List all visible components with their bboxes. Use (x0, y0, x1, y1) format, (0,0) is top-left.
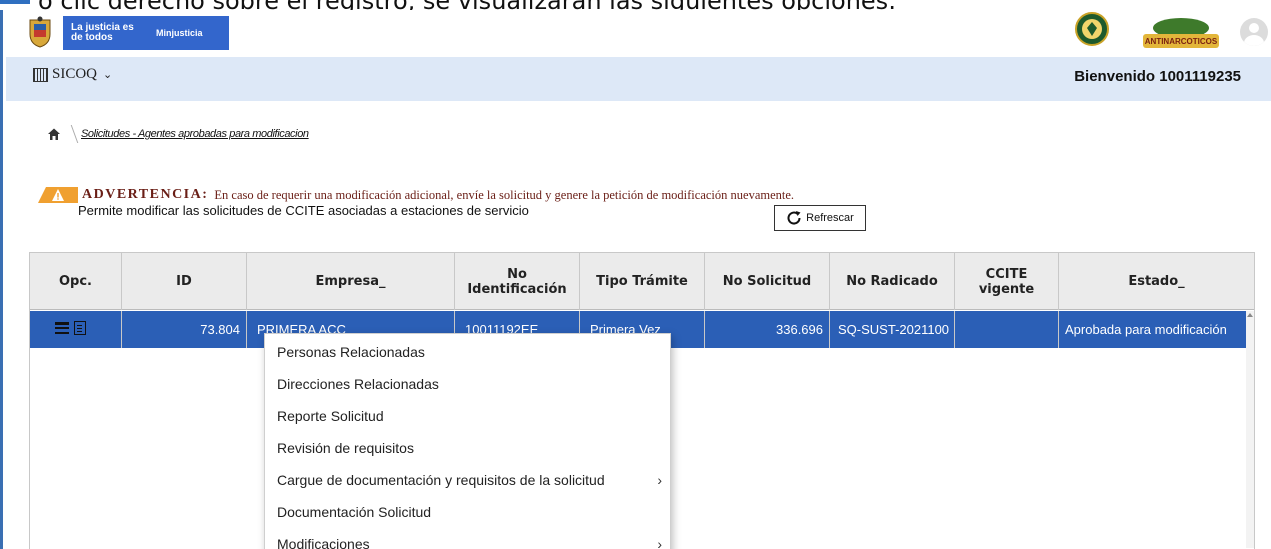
app-frame: La justicia es de todos Minjusticia ANTI… (0, 10, 1271, 549)
menu-item-cargue-documentacion[interactable]: Cargue de documentación y requisitos de … (265, 464, 670, 496)
warning-label: ADVERTENCIA: (82, 187, 209, 202)
coat-of-arms-icon (29, 16, 51, 48)
app-subbar: SICOQ ⌄ Bienvenido 1001119235 (6, 57, 1271, 101)
gov-slogan: La justicia es de todos (71, 22, 134, 43)
menu-item-label: Reporte Solicitud (277, 408, 384, 424)
cell-estado: Aprobada para modificación (1065, 322, 1227, 337)
menu-item-label: Direcciones Relacionadas (277, 376, 439, 392)
refresh-label: Refrescar (806, 212, 854, 224)
refresh-icon (787, 211, 801, 225)
menu-item-revision-requisitos[interactable]: Revisión de requisitos (265, 432, 670, 464)
cell-ccite-vigente (955, 311, 1059, 348)
column-header-no-radicado[interactable]: No Radicado (830, 253, 955, 310)
table-header: Opc. ID Empresa_ No Identificación Tipo … (30, 253, 1254, 310)
warning-notice: ADVERTENCIA: En caso de requerir una mod… (38, 186, 794, 204)
calendar-icon (33, 67, 48, 82)
ministry-label: Minjusticia (156, 28, 203, 38)
user-avatar[interactable] (1240, 18, 1268, 46)
menu-item-documentacion-solicitud[interactable]: Documentación Solicitud (265, 496, 670, 528)
refresh-button[interactable]: Refrescar (774, 205, 866, 231)
app-name: SICOQ (52, 66, 98, 82)
welcome-text: Bienvenido 1001119235 (1074, 68, 1241, 85)
chevron-right-icon: › (657, 536, 662, 549)
warning-icon (38, 187, 78, 203)
table-scrollbar[interactable] (1246, 311, 1254, 548)
menu-item-reporte-solicitud[interactable]: Reporte Solicitud (265, 400, 670, 432)
breadcrumb-link[interactable]: Solicitudes - Agentes aprobadas para mod… (81, 128, 309, 140)
column-header-ccite-vigente[interactable]: CCITE vigente (955, 253, 1059, 310)
column-header-identificacion[interactable]: No Identificación (455, 253, 580, 310)
app-menu-dropdown[interactable]: SICOQ ⌄ (33, 66, 112, 83)
menu-item-label: Revisión de requisitos (277, 440, 414, 456)
menu-item-label: Personas Relacionadas (277, 344, 425, 360)
home-icon[interactable] (47, 127, 61, 141)
anti-logo-text: ANTINARCOTICOS (1145, 37, 1218, 46)
menu-item-label: Documentación Solicitud (277, 504, 432, 520)
chevron-down-icon: ⌄ (103, 69, 113, 81)
government-banner[interactable]: La justicia es de todos Minjusticia (63, 16, 229, 50)
menu-icon[interactable] (55, 322, 69, 334)
police-emblem-icon (1075, 12, 1109, 46)
antinarcoticos-logo: ANTINARCOTICOS (1143, 18, 1219, 48)
breadcrumb-separator (63, 125, 79, 143)
document-icon[interactable] (74, 321, 86, 335)
column-header-estado[interactable]: Estado_ (1059, 253, 1254, 310)
scroll-up-icon[interactable] (1247, 313, 1253, 317)
menu-item-modificaciones[interactable]: Modificaciones › (265, 528, 670, 549)
warning-message: En caso de requerir una modificación adi… (214, 187, 795, 202)
page-description: Permite modificar las solicitudes de CCI… (78, 203, 529, 218)
context-menu: Personas Relacionadas Direcciones Relaci… (264, 333, 671, 549)
column-header-opc[interactable]: Opc. (30, 253, 122, 310)
column-header-tipo-tramite[interactable]: Tipo Trámite (580, 253, 705, 310)
cell-no-solicitud: 336.696 (705, 311, 830, 348)
cell-no-radicado: SQ-SUST-2021100 (830, 311, 955, 348)
column-header-empresa[interactable]: Empresa_ (247, 253, 455, 310)
caption-marker (0, 0, 30, 4)
menu-item-direcciones-relacionadas[interactable]: Direcciones Relacionadas (265, 368, 670, 400)
breadcrumb: Solicitudes - Agentes aprobadas para mod… (47, 125, 309, 143)
menu-item-label: Modificaciones (277, 536, 370, 549)
menu-item-label: Cargue de documentación y requisitos de … (277, 472, 605, 488)
cell-id: 73.804 (122, 311, 247, 348)
column-header-id[interactable]: ID (122, 253, 247, 310)
top-bar: La justicia es de todos Minjusticia ANTI… (6, 10, 1271, 57)
chevron-right-icon: › (657, 472, 662, 488)
column-header-no-solicitud[interactable]: No Solicitud (705, 253, 830, 310)
row-options-cell (30, 311, 122, 348)
menu-item-personas-relacionadas[interactable]: Personas Relacionadas (265, 336, 670, 368)
